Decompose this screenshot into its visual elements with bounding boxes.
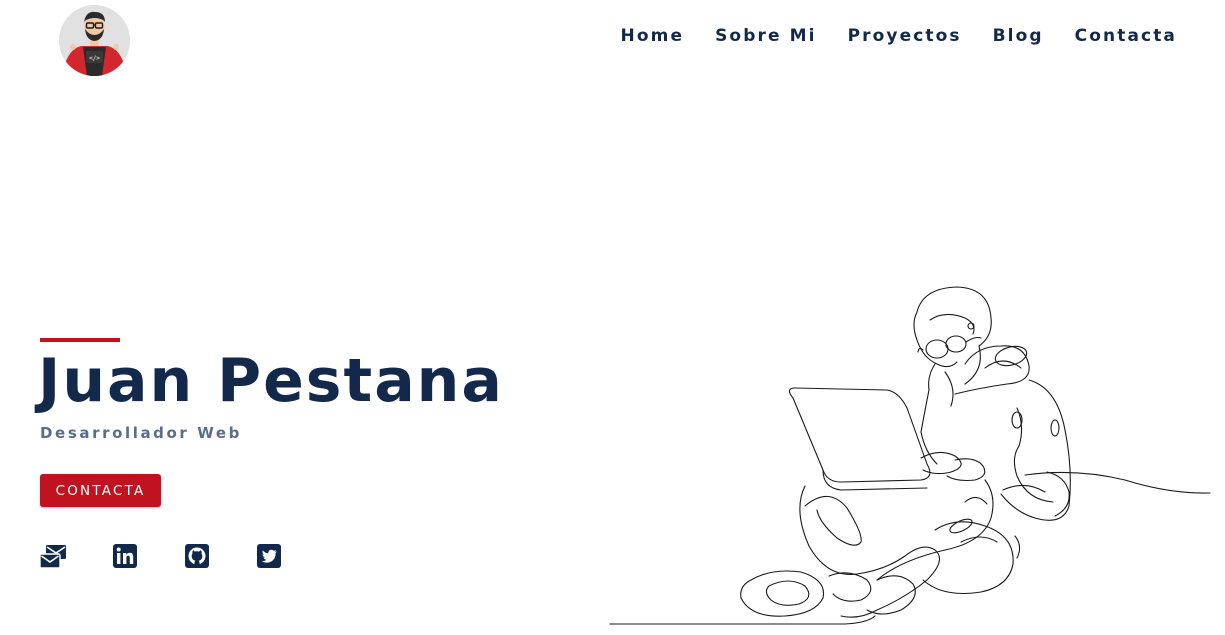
nav-item-sobre-mi[interactable]: Sobre Mi bbox=[715, 26, 816, 46]
hero-name: Juan Pestana bbox=[38, 346, 504, 416]
contacta-button[interactable]: CONTACTA bbox=[40, 474, 161, 507]
nav-item-home[interactable]: Home bbox=[621, 26, 685, 46]
github-icon[interactable] bbox=[184, 543, 212, 571]
developer-avatar-icon: </> bbox=[59, 5, 130, 76]
nav-item-blog[interactable]: Blog bbox=[993, 26, 1044, 46]
linkedin-icon[interactable] bbox=[112, 543, 140, 571]
svg-text:</>: </> bbox=[89, 55, 100, 62]
main-nav: Home Sobre Mi Proyectos Blog Contacta bbox=[621, 26, 1177, 46]
hero-role: Desarrollador Web bbox=[40, 424, 242, 442]
logo[interactable]: </> bbox=[59, 5, 130, 76]
social-links bbox=[39, 543, 284, 571]
nav-item-contacta[interactable]: Contacta bbox=[1075, 26, 1177, 46]
twitter-icon[interactable] bbox=[256, 543, 284, 571]
accent-line bbox=[40, 338, 120, 342]
line-art-person-laptop-icon bbox=[609, 286, 1211, 625]
nav-item-proyectos[interactable]: Proyectos bbox=[848, 26, 962, 46]
page: </> Home Sobre Mi Proyectos Blog Contact… bbox=[0, 0, 1225, 635]
email-icon[interactable] bbox=[39, 543, 68, 571]
